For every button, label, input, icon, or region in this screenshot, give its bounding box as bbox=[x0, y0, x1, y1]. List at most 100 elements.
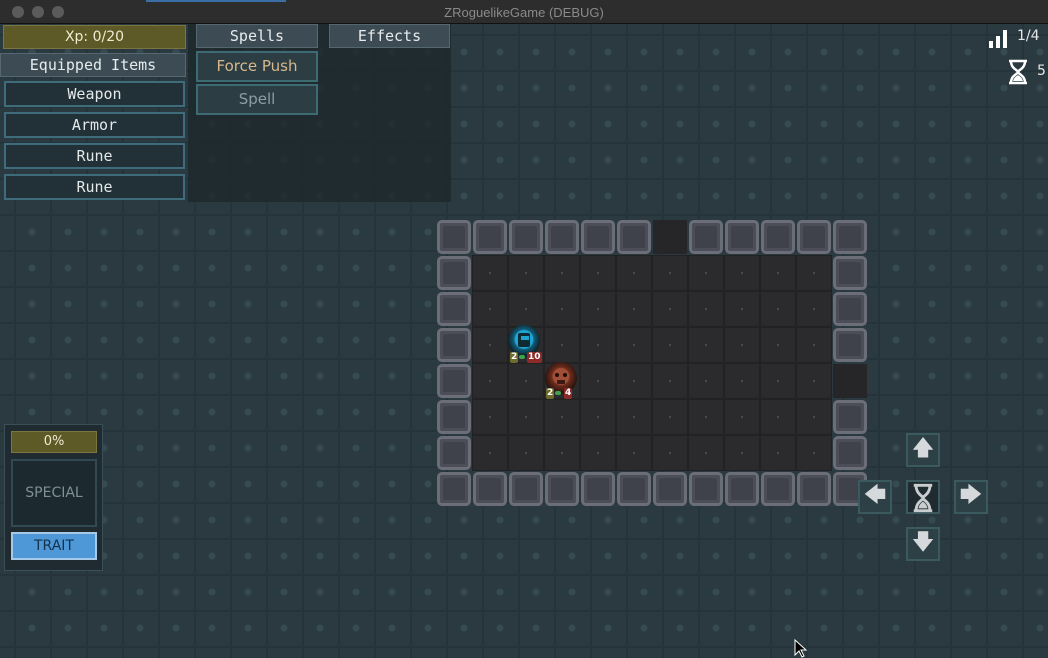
dungeon-board[interactable] bbox=[436, 219, 868, 507]
floor-tile[interactable] bbox=[472, 291, 508, 327]
floor-tile[interactable] bbox=[760, 435, 796, 471]
wall-tile[interactable] bbox=[437, 328, 471, 362]
floor-tile[interactable] bbox=[616, 255, 652, 291]
floor-tile[interactable] bbox=[544, 435, 580, 471]
floor-tile[interactable] bbox=[472, 399, 508, 435]
floor-tile[interactable] bbox=[472, 255, 508, 291]
move-up-button[interactable]: 🡅 bbox=[906, 433, 940, 467]
floor-tile[interactable] bbox=[616, 399, 652, 435]
floor-tile[interactable] bbox=[652, 399, 688, 435]
floor-tile[interactable] bbox=[616, 363, 652, 399]
floor-tile[interactable] bbox=[760, 399, 796, 435]
wall-tile[interactable] bbox=[473, 220, 507, 254]
equipped-slot-rune-2[interactable]: Rune bbox=[4, 174, 185, 200]
wall-tile[interactable] bbox=[689, 472, 723, 506]
floor-tile[interactable] bbox=[724, 435, 760, 471]
wall-tile[interactable] bbox=[545, 472, 579, 506]
floor-tile[interactable] bbox=[796, 399, 832, 435]
wall-tile[interactable] bbox=[797, 472, 831, 506]
wall-tile[interactable] bbox=[797, 220, 831, 254]
floor-tile[interactable] bbox=[544, 327, 580, 363]
floor-tile[interactable] bbox=[544, 291, 580, 327]
floor-tile[interactable] bbox=[580, 327, 616, 363]
floor-tile[interactable] bbox=[688, 363, 724, 399]
floor-tile[interactable] bbox=[652, 327, 688, 363]
floor-tile[interactable] bbox=[616, 327, 652, 363]
floor-tile[interactable] bbox=[508, 435, 544, 471]
floor-tile[interactable] bbox=[760, 291, 796, 327]
wall-tile[interactable] bbox=[581, 472, 615, 506]
floor-tile[interactable] bbox=[580, 363, 616, 399]
floor-tile[interactable] bbox=[508, 291, 544, 327]
wall-tile[interactable] bbox=[617, 220, 651, 254]
wall-tile[interactable] bbox=[437, 472, 471, 506]
floor-tile[interactable] bbox=[688, 435, 724, 471]
doorway-tile[interactable] bbox=[833, 364, 867, 398]
wall-tile[interactable] bbox=[473, 472, 507, 506]
wall-tile[interactable] bbox=[689, 220, 723, 254]
floor-tile[interactable] bbox=[580, 435, 616, 471]
floor-tile[interactable] bbox=[616, 291, 652, 327]
wall-tile[interactable] bbox=[581, 220, 615, 254]
wall-tile[interactable] bbox=[833, 436, 867, 470]
move-left-button[interactable]: 🡄 bbox=[858, 480, 892, 514]
equipped-slot-weapon[interactable]: Weapon bbox=[4, 81, 185, 107]
wall-tile[interactable] bbox=[833, 328, 867, 362]
floor-tile[interactable] bbox=[508, 255, 544, 291]
floor-tile[interactable] bbox=[472, 327, 508, 363]
floor-tile[interactable] bbox=[760, 255, 796, 291]
wall-tile[interactable] bbox=[437, 436, 471, 470]
floor-tile[interactable] bbox=[508, 399, 544, 435]
floor-tile[interactable] bbox=[652, 435, 688, 471]
wall-tile[interactable] bbox=[725, 220, 759, 254]
doorway-tile[interactable] bbox=[653, 220, 687, 254]
wall-tile[interactable] bbox=[509, 472, 543, 506]
wall-tile[interactable] bbox=[617, 472, 651, 506]
floor-tile[interactable] bbox=[544, 255, 580, 291]
wall-tile[interactable] bbox=[833, 220, 867, 254]
floor-tile[interactable] bbox=[760, 363, 796, 399]
wall-tile[interactable] bbox=[509, 220, 543, 254]
floor-tile[interactable] bbox=[580, 291, 616, 327]
wall-tile[interactable] bbox=[437, 364, 471, 398]
wall-tile[interactable] bbox=[545, 220, 579, 254]
move-down-button[interactable]: 🡇 bbox=[906, 527, 940, 561]
spell-slot-button[interactable]: Spell bbox=[196, 84, 318, 115]
wall-tile[interactable] bbox=[437, 220, 471, 254]
wall-tile[interactable] bbox=[761, 472, 795, 506]
floor-tile[interactable] bbox=[688, 399, 724, 435]
floor-tile[interactable] bbox=[508, 363, 544, 399]
floor-tile[interactable] bbox=[796, 435, 832, 471]
special-button[interactable]: SPECIAL bbox=[11, 459, 97, 527]
floor-tile[interactable] bbox=[472, 363, 508, 399]
floor-tile[interactable] bbox=[796, 255, 832, 291]
floor-tile[interactable] bbox=[796, 291, 832, 327]
equipped-slot-rune-1[interactable]: Rune bbox=[4, 143, 185, 169]
floor-tile[interactable] bbox=[724, 291, 760, 327]
floor-tile[interactable] bbox=[724, 399, 760, 435]
floor-tile[interactable] bbox=[580, 255, 616, 291]
floor-tile[interactable] bbox=[724, 255, 760, 291]
equipped-slot-armor[interactable]: Armor bbox=[4, 112, 185, 138]
wall-tile[interactable] bbox=[833, 400, 867, 434]
tab-spells[interactable]: Spells bbox=[196, 24, 318, 48]
wall-tile[interactable] bbox=[833, 292, 867, 326]
floor-tile[interactable] bbox=[688, 327, 724, 363]
move-right-button[interactable]: 🡆 bbox=[954, 480, 988, 514]
wall-tile[interactable] bbox=[725, 472, 759, 506]
floor-tile[interactable] bbox=[580, 399, 616, 435]
floor-tile[interactable] bbox=[652, 255, 688, 291]
floor-tile[interactable] bbox=[472, 435, 508, 471]
floor-tile[interactable] bbox=[796, 363, 832, 399]
game-area[interactable]: Xp: 0/20 Equipped Items Weapon Armor Run… bbox=[0, 24, 1048, 658]
floor-tile[interactable] bbox=[796, 327, 832, 363]
trait-button[interactable]: TRAIT bbox=[11, 532, 97, 560]
wall-tile[interactable] bbox=[437, 400, 471, 434]
floor-tile[interactable] bbox=[688, 255, 724, 291]
floor-tile[interactable] bbox=[652, 291, 688, 327]
tab-effects[interactable]: Effects bbox=[329, 24, 450, 48]
wall-tile[interactable] bbox=[437, 292, 471, 326]
wall-tile[interactable] bbox=[437, 256, 471, 290]
floor-tile[interactable] bbox=[724, 327, 760, 363]
floor-tile[interactable] bbox=[688, 291, 724, 327]
